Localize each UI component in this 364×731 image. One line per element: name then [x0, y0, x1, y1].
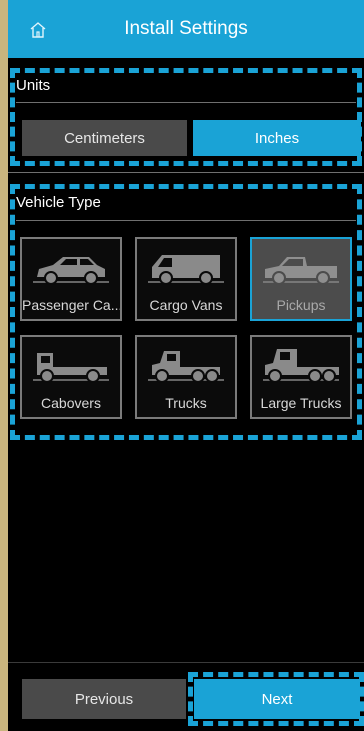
- vehicle-tile-label: Cargo Vans: [149, 297, 223, 313]
- vehicle-tile-pickups[interactable]: Pickups: [250, 237, 352, 321]
- vehicle-tile-label: Pickups: [276, 297, 326, 313]
- vehicle-tile-label: Cabovers: [41, 395, 101, 411]
- vehicle-type-divider: [16, 220, 356, 221]
- pickup-truck-icon: [263, 257, 339, 285]
- cabover-truck-icon: [33, 353, 109, 383]
- background-strip: [0, 648, 8, 731]
- home-button[interactable]: [26, 18, 50, 42]
- centimeters-option[interactable]: Centimeters: [22, 120, 187, 156]
- vehicle-tile-label: Large Trucks: [260, 395, 342, 411]
- section-separator: [8, 172, 364, 173]
- vehicle-type-label: Vehicle Type: [16, 194, 101, 211]
- next-button[interactable]: Next: [194, 679, 360, 719]
- vehicle-tile-cargo-vans[interactable]: Cargo Vans: [135, 237, 237, 321]
- footer-divider: [8, 662, 364, 663]
- cargo-van-icon: [148, 255, 224, 285]
- passenger-car-icon: [33, 257, 109, 285]
- page-title: Install Settings: [124, 18, 248, 39]
- header-bar: Install Settings: [8, 0, 364, 58]
- app-window: Install Settings Units Centimeters Inche…: [8, 0, 364, 731]
- vehicle-tile-trucks[interactable]: Trucks: [135, 335, 237, 419]
- vehicle-tile-label: Passenger Ca...: [22, 297, 120, 313]
- units-label: Units: [16, 77, 51, 94]
- units-divider: [16, 102, 356, 103]
- vehicle-tile-label: Trucks: [165, 395, 207, 411]
- vehicle-tile-cabovers[interactable]: Cabovers: [20, 335, 122, 419]
- home-icon: [30, 22, 46, 38]
- vehicle-tile-large-trucks[interactable]: Large Trucks: [250, 335, 352, 419]
- previous-button[interactable]: Previous: [22, 679, 186, 719]
- truck-icon: [148, 351, 224, 383]
- large-truck-icon: [263, 349, 339, 383]
- vehicle-tile-passenger-car[interactable]: Passenger Ca...: [20, 237, 122, 321]
- inches-option[interactable]: Inches: [193, 120, 361, 156]
